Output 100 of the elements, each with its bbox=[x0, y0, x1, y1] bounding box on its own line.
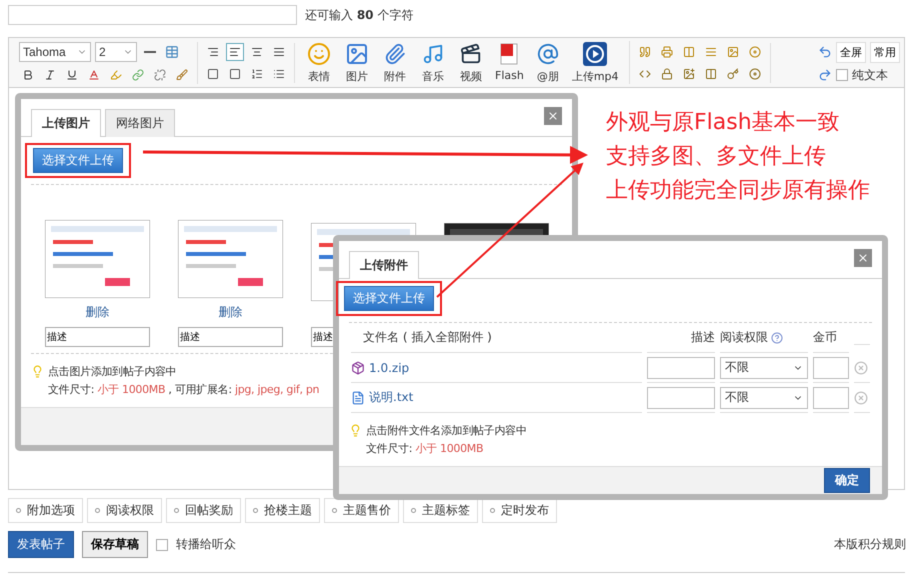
file-link[interactable]: 1.0.zip bbox=[351, 360, 410, 374]
option-tab[interactable]: 主题售价 bbox=[324, 498, 399, 523]
media-button[interactable]: 音乐 bbox=[415, 41, 451, 84]
bullet-icon bbox=[174, 508, 179, 513]
annotation-text: 上传功能完全同步原有操作 bbox=[606, 177, 870, 205]
view-button[interactable]: 常用 bbox=[870, 42, 900, 62]
link-icon bbox=[132, 68, 144, 80]
remove-icon bbox=[854, 360, 868, 374]
checkbox-label: 转播给听众 bbox=[176, 536, 236, 553]
description-field[interactable] bbox=[647, 356, 715, 378]
delete-link[interactable]: 删除 bbox=[218, 304, 242, 322]
save-draft-button[interactable]: 保存草稿 bbox=[82, 531, 148, 558]
help-icon bbox=[771, 332, 783, 344]
file-link[interactable]: 说明.txt bbox=[351, 389, 414, 406]
bullet-icon bbox=[490, 508, 495, 513]
italic-icon bbox=[44, 68, 56, 80]
font-select[interactable]: Tahoma bbox=[19, 42, 91, 62]
align-icon bbox=[229, 46, 241, 58]
align-icon bbox=[251, 46, 263, 58]
permission-select[interactable]: 不限 bbox=[720, 386, 808, 408]
columns-icon bbox=[682, 46, 695, 58]
lock-icon bbox=[660, 68, 673, 80]
media-button[interactable]: Flash bbox=[491, 41, 528, 84]
media-button[interactable]: 视频 bbox=[453, 41, 489, 84]
column-header: 金币 bbox=[813, 329, 837, 346]
option-tab[interactable]: 定时发布 bbox=[482, 498, 557, 523]
underline-icon bbox=[66, 68, 78, 80]
file-size-text: 文件尺寸: 小于 1000MB , 可用扩展名: jpg, jpeg, gif, pn bbox=[47, 382, 320, 398]
align-button[interactable] bbox=[226, 42, 244, 60]
option-tab[interactable]: 阅读权限 bbox=[87, 498, 162, 523]
quote-icon bbox=[638, 46, 651, 58]
option-tab[interactable]: 主题标签 bbox=[403, 498, 478, 523]
column-header: 文件名 ( 插入全部附件 ) bbox=[363, 329, 492, 346]
publish-button[interactable]: 发表帖子 bbox=[8, 531, 74, 558]
coins-field[interactable] bbox=[813, 356, 849, 378]
description-field[interactable]: 描述 bbox=[45, 327, 150, 348]
description-field[interactable]: 描述 bbox=[178, 327, 283, 348]
media-button[interactable]: 上传mp4 bbox=[568, 41, 623, 84]
table-grid-icon bbox=[165, 44, 179, 58]
redo-icon bbox=[818, 68, 832, 82]
key-icon bbox=[726, 68, 739, 80]
permission-select[interactable]: 不限 bbox=[720, 356, 808, 378]
checkbox[interactable] bbox=[156, 538, 168, 550]
bullet-icon bbox=[332, 508, 337, 513]
play-icon bbox=[583, 42, 608, 66]
media-button[interactable]: 图片 bbox=[339, 41, 375, 84]
bold-icon bbox=[22, 68, 34, 80]
image-icon bbox=[345, 42, 369, 66]
close-icon bbox=[547, 110, 559, 122]
music-note-icon bbox=[422, 43, 444, 65]
float-left-icon bbox=[207, 68, 219, 80]
column-header: 描述 bbox=[691, 329, 715, 346]
lightbulb-icon bbox=[31, 365, 44, 378]
minus-icon bbox=[144, 50, 156, 52]
file-size-text: 文件尺寸: 小于 1000MB bbox=[365, 441, 484, 456]
close-button[interactable] bbox=[544, 107, 562, 125]
checkbox-label: 纯文本 bbox=[852, 66, 888, 84]
printer-icon bbox=[660, 46, 673, 58]
confirm-button[interactable]: 确定 bbox=[824, 468, 870, 493]
checkbox[interactable] bbox=[836, 69, 848, 81]
bullet-icon bbox=[411, 508, 416, 513]
lines-icon bbox=[704, 46, 717, 58]
columns-icon bbox=[704, 68, 717, 80]
rules-link[interactable]: 本版积分规则 bbox=[834, 536, 906, 553]
option-tab[interactable]: 附加选项 bbox=[8, 498, 83, 523]
option-tab[interactable]: 回帖奖励 bbox=[166, 498, 241, 523]
option-tab[interactable]: 抢楼主题 bbox=[245, 498, 320, 523]
media-button[interactable]: 表情 bbox=[301, 41, 337, 84]
code-icon bbox=[638, 68, 651, 80]
delete-link[interactable]: 删除 bbox=[86, 304, 110, 322]
annotation-text: 外观与原Flash基本一致 bbox=[606, 109, 841, 137]
frame-icon bbox=[726, 46, 739, 58]
hint-text: 点击附件文件名添加到帖子内容中 bbox=[366, 423, 527, 438]
description-field[interactable] bbox=[647, 386, 715, 408]
dialog-tab[interactable]: 网络图片 bbox=[105, 109, 175, 137]
float-right-icon bbox=[229, 68, 241, 80]
dialog-tab[interactable]: 上传图片 bbox=[31, 109, 101, 137]
smiley-icon bbox=[307, 42, 331, 66]
dialog-tab[interactable]: 上传附件 bbox=[349, 251, 419, 279]
unlink-icon bbox=[154, 68, 166, 80]
at-sign-icon bbox=[536, 43, 559, 65]
close-icon bbox=[857, 252, 869, 264]
lightbulb-icon bbox=[349, 424, 362, 437]
flash-icon bbox=[500, 43, 518, 65]
size-select[interactable]: 2 bbox=[95, 42, 137, 62]
coins-field[interactable] bbox=[813, 386, 849, 408]
upload-button[interactable]: 选择文件上传 bbox=[344, 286, 434, 311]
highlighter-icon bbox=[110, 68, 122, 80]
title-field[interactable] bbox=[8, 5, 297, 25]
image-add-icon bbox=[682, 68, 695, 80]
character-counter: 还可输入 80 个字符 bbox=[305, 6, 414, 24]
disc-icon bbox=[748, 68, 761, 80]
upload-button[interactable]: 选择文件上传 bbox=[33, 148, 123, 173]
brush-icon bbox=[176, 68, 188, 80]
media-button[interactable]: 附件 bbox=[377, 41, 413, 84]
paperclip-icon bbox=[384, 43, 406, 65]
remove-icon bbox=[854, 390, 868, 404]
media-button[interactable]: @朋 bbox=[530, 41, 566, 84]
view-button[interactable]: 全屏 bbox=[836, 42, 866, 62]
close-button[interactable] bbox=[854, 249, 872, 267]
